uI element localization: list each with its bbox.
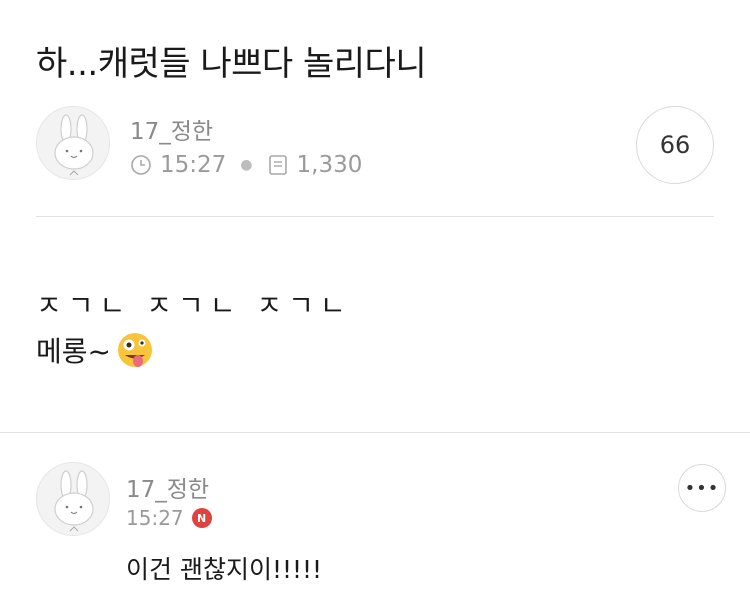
more-options-button[interactable]: •••: [678, 464, 726, 512]
bunny-avatar-icon: [54, 470, 94, 532]
comment-text: 이건 괜찮지이!!!!!: [126, 555, 323, 584]
comment-count-button[interactable]: 66: [636, 106, 714, 184]
post-body-line: ㅈㄱㄴ ㅈㄱㄴ ㅈㄱㄴ: [36, 289, 352, 322]
post-time: 15:27: [160, 152, 227, 178]
divider: [36, 216, 714, 217]
new-badge: N: [191, 508, 212, 528]
comment-time: 15:27: [126, 506, 184, 530]
author-name[interactable]: 17_정한: [130, 112, 213, 146]
comment-author-avatar[interactable]: [36, 462, 110, 536]
post-body-text: 메롱~: [36, 335, 111, 368]
post-body: ㅈㄱㄴ ㅈㄱㄴ ㅈㄱㄴ 메롱~: [36, 284, 352, 370]
post-views: 1,330: [296, 152, 363, 178]
post-body-line: 메롱~: [36, 330, 352, 370]
meta-separator: ●: [240, 157, 253, 173]
document-icon: [268, 155, 287, 175]
bunny-avatar-icon: [54, 114, 94, 176]
divider: [0, 432, 750, 433]
post-title: 하...캐럿들 나쁘다 놀리다니: [36, 44, 427, 84]
post-meta: 15:27 ● 1,330: [130, 150, 362, 180]
comment-meta: 15:27 N: [126, 506, 212, 530]
zany-face-emoji-icon: [117, 333, 152, 367]
comment-author-name[interactable]: 17_정한: [126, 470, 209, 504]
author-avatar[interactable]: [36, 106, 110, 180]
clock-icon: [131, 155, 151, 175]
